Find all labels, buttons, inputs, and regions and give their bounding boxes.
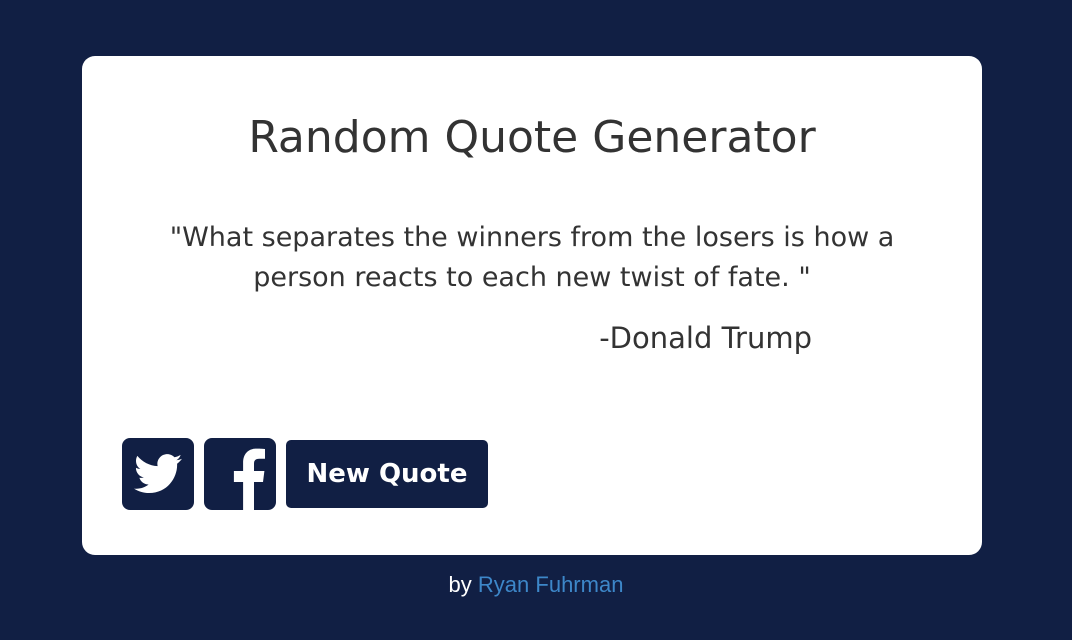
quote-author: -Donald Trump [599, 321, 812, 355]
author-link[interactable]: Ryan Fuhrman [478, 572, 624, 597]
footer-by-label: by [448, 572, 472, 597]
quote-card: Random Quote Generator "What separates t… [82, 56, 982, 555]
footer: by Ryan Fuhrman [0, 572, 1072, 598]
tweet-button[interactable] [122, 438, 194, 510]
action-buttons: New Quote [122, 438, 488, 510]
facebook-share-button[interactable] [204, 438, 276, 510]
new-quote-button[interactable]: New Quote [286, 440, 488, 508]
page-title: Random Quote Generator [248, 112, 816, 163]
quote-text: "What separates the winners from the los… [169, 222, 895, 293]
facebook-icon [233, 448, 265, 510]
twitter-icon [134, 454, 182, 494]
